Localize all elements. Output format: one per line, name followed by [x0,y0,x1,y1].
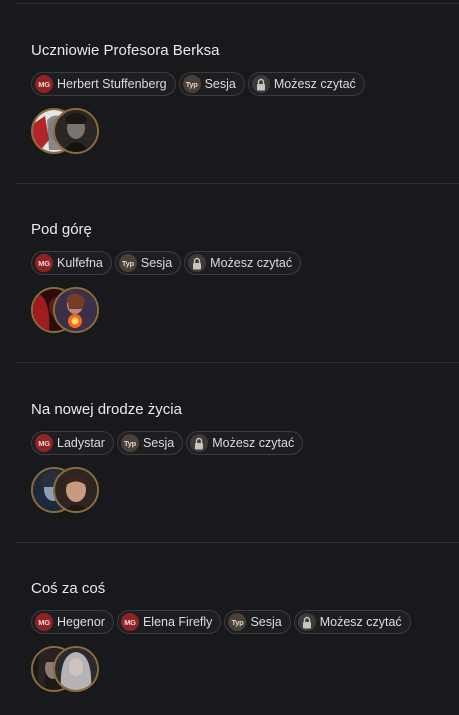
access-tag[interactable]: Możesz czytać [293,610,411,634]
gm-badge: MG [35,434,53,452]
session-card[interactable]: Na nowej drodze życia MG Ladystar Typ Sesj… [31,401,459,513]
session-card[interactable]: Uczniowie Profesora Berksa MG Herbert Stu… [31,42,459,154]
gm-name: Hegenor [57,615,105,629]
participant-avatars [31,287,459,333]
access-label: Możesz czytać [212,436,295,450]
gm-badge: MG [35,254,53,272]
participant-avatars [31,108,459,154]
avatar[interactable] [53,467,99,513]
session-title[interactable]: Uczniowie Profesora Berksa [31,42,459,60]
top-divider [16,3,459,4]
access-tag[interactable]: Możesz czytać [186,431,304,455]
type-badge: Typ [118,254,137,272]
lock-icon [251,75,270,93]
type-badge: Typ [120,434,139,452]
avatar[interactable] [53,108,99,154]
avatar[interactable] [53,287,99,333]
gm-name: Herbert Stuffenberg [57,77,167,91]
lock-icon [297,613,316,631]
session-tags: MG Ladystar Typ Sesja Możesz czytać [31,431,459,455]
type-tag[interactable]: Typ Sesja [224,610,291,634]
session-card[interactable]: Coś za coś MG Hegenor MG Elena Firefly Typ… [31,580,459,692]
session-title[interactable]: Coś za coś [31,580,459,598]
gm-name: Elena Firefly [142,615,213,629]
session-tags: MG Kulfefna Typ Sesja Możesz czytać [31,251,459,275]
section-divider [16,542,459,543]
type-label: Sesja [140,256,173,270]
gm-name: Kulfefna [57,256,103,270]
access-label: Możesz czytać [319,615,402,629]
lock-icon [190,434,209,452]
type-tag[interactable]: Typ Sesja [114,251,182,275]
gm-badge: MG [35,75,53,93]
session-title[interactable]: Pod górę [31,221,459,239]
session-title[interactable]: Na nowej drodze życia [31,401,459,419]
type-label: Sesja [142,436,175,450]
gm-name: Ladystar [57,436,105,450]
participant-avatars [31,646,459,692]
avatar[interactable] [53,646,99,692]
gm-tag[interactable]: MG Elena Firefly [116,610,222,634]
access-tag[interactable]: Możesz czytać [247,72,365,96]
session-tags: MG Herbert Stuffenberg Typ Sesja Możesz cz… [31,72,459,96]
type-tag[interactable]: Typ Sesja [116,431,184,455]
participant-avatars [31,467,459,513]
type-badge: Typ [228,613,247,631]
gm-tag[interactable]: MG Herbert Stuffenberg [31,72,176,96]
gm-tag[interactable]: MG Kulfefna [31,251,112,275]
lock-icon [188,254,207,272]
access-label: Możesz czytać [273,77,356,91]
gm-badge: MG [120,613,139,631]
type-tag[interactable]: Typ Sesja [178,72,245,96]
access-label: Możesz czytać [210,256,293,270]
type-label: Sesja [250,615,282,629]
gm-badge: MG [35,613,53,631]
gm-tag[interactable]: MG Hegenor [31,610,114,634]
section-divider [16,362,459,363]
session-tags: MG Hegenor MG Elena Firefly Typ Sesja Możes… [31,610,459,634]
type-label: Sesja [204,77,236,91]
gm-tag[interactable]: MG Ladystar [31,431,114,455]
access-tag[interactable]: Możesz czytać [184,251,302,275]
type-badge: Typ [182,75,201,93]
section-divider [16,183,459,184]
session-card[interactable]: Pod górę MG Kulfefna Typ Sesja Możesz czyt… [31,221,459,333]
